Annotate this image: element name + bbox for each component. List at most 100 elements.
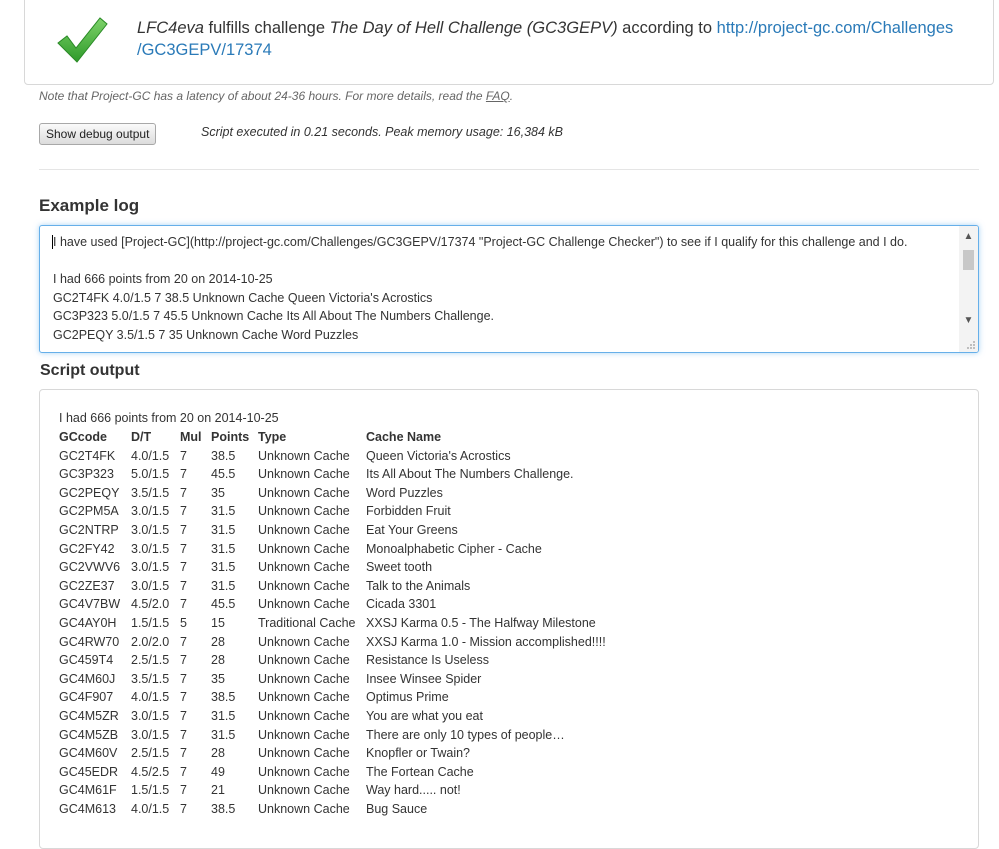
challenge-name: The Day of Hell Challenge (GC3GEPV) <box>329 19 618 37</box>
cell-cache-name: XXSJ Karma 0.5 - The Halfway Milestone <box>366 615 596 630</box>
show-debug-output-button[interactable]: Show debug output <box>39 123 157 145</box>
points-summary: I had 666 points from 20 on 2014-10-25 <box>59 411 279 425</box>
cell-mul: 7 <box>180 708 187 723</box>
cell-dt: 1.5/1.5 <box>131 783 170 798</box>
cell-dt: 3.0/1.5 <box>131 522 170 537</box>
cell-points: 35 <box>211 485 225 500</box>
cell-type: Unknown Cache <box>258 708 350 723</box>
cell-type: Traditional Cache <box>258 615 356 630</box>
cell-dt: 4.0/1.5 <box>131 690 170 705</box>
cell-gccode: GC4RW70 <box>59 634 120 649</box>
cell-mul: 7 <box>180 448 187 463</box>
cell-type: Unknown Cache <box>258 541 350 556</box>
cell-cache-name: Talk to the Animals <box>366 578 471 593</box>
header-mul: Mul <box>180 430 202 444</box>
cell-mul: 7 <box>180 634 187 649</box>
table-row: GC459T4 2.5/1.5 7 28 Unknown Cache Resistance… <box>57 651 608 670</box>
cell-points: 38.5 <box>211 801 236 816</box>
cell-type: Unknown Cache <box>258 448 350 463</box>
cell-cache-name: There are only 10 types of people… <box>366 727 565 742</box>
cell-gccode: GC3P323 <box>59 467 114 482</box>
cell-type: Unknown Cache <box>258 783 350 798</box>
cell-mul: 7 <box>180 746 187 761</box>
cell-dt: 3.0/1.5 <box>131 727 170 742</box>
cell-mul: 5 <box>180 615 187 630</box>
table-row: GC2T4FK 4.0/1.5 7 38.5 Unknown Cache Queen Vi… <box>57 447 608 466</box>
table-row: GC2VWV6 3.0/1.5 7 31.5 Unknown Cache Sweet to… <box>57 558 608 577</box>
cell-gccode: GC2ZE37 <box>59 578 115 593</box>
header-points: Points <box>211 430 250 444</box>
cell-points: 28 <box>211 746 225 761</box>
cell-type: Unknown Cache <box>258 597 350 612</box>
table-row: GC4M60V 2.5/1.5 7 28 Unknown Cache Knopfler o… <box>57 744 608 763</box>
cell-type: Unknown Cache <box>258 467 350 482</box>
table-row: GC4AY0H 1.5/1.5 5 15 Traditional Cache XXSJ K… <box>57 614 608 633</box>
cell-gccode: GC4M60V <box>59 746 118 761</box>
table-row: GC4M60J 3.5/1.5 7 35 Unknown Cache Insee Wins… <box>57 670 608 689</box>
cell-cache-name: Resistance Is Useless <box>366 653 489 668</box>
cell-points: 45.5 <box>211 597 236 612</box>
cell-gccode: GC2PM5A <box>59 504 119 519</box>
cell-mul: 7 <box>180 578 187 593</box>
cell-dt: 3.5/1.5 <box>131 671 170 686</box>
cell-mul: 7 <box>180 690 187 705</box>
cell-dt: 3.5/1.5 <box>131 485 170 500</box>
cell-mul: 7 <box>180 783 187 798</box>
table-row: GC4V7BW 4.5/2.0 7 45.5 Unknown Cache Cicada 3… <box>57 595 608 614</box>
cell-cache-name: Monoalphabetic Cipher - Cache <box>366 541 542 556</box>
cell-dt: 2.5/1.5 <box>131 746 170 761</box>
cell-mul: 7 <box>180 467 187 482</box>
cell-gccode: GC4M5ZR <box>59 708 119 723</box>
header-type: Type <box>258 430 287 444</box>
cell-cache-name: XXSJ Karma 1.0 - Mission accomplished!!!… <box>366 634 606 649</box>
result-panel: LFC4eva fulfills challenge The Day of He… <box>24 0 994 85</box>
cell-dt: 3.0/1.5 <box>131 560 170 575</box>
cell-type: Unknown Cache <box>258 653 350 668</box>
cell-cache-name: Its All About The Numbers Challenge. <box>366 467 574 482</box>
cell-cache-name: Queen Victoria's Acrostics <box>366 448 511 463</box>
cell-dt: 4.0/1.5 <box>131 801 170 816</box>
cell-type: Unknown Cache <box>258 727 350 742</box>
resize-handle-icon[interactable] <box>966 340 976 350</box>
cell-cache-name: Bug Sauce <box>366 801 428 816</box>
cell-points: 31.5 <box>211 578 236 593</box>
cell-points: 31.5 <box>211 541 236 556</box>
cell-type: Unknown Cache <box>258 690 350 705</box>
cell-dt: 3.0/1.5 <box>131 708 170 723</box>
cell-points: 28 <box>211 653 225 668</box>
table-row: GC4M5ZR 3.0/1.5 7 31.5 Unknown Cache You are … <box>57 707 608 726</box>
table-row: GC4M5ZB 3.0/1.5 7 31.5 Unknown Cache There ar… <box>57 726 608 745</box>
cell-points: 31.5 <box>211 560 236 575</box>
cell-dt: 3.0/1.5 <box>131 578 170 593</box>
example-log-heading: Example log <box>39 196 140 215</box>
cell-type: Unknown Cache <box>258 671 350 686</box>
script-output-heading: Script output <box>40 362 140 379</box>
cell-dt: 3.0/1.5 <box>131 541 170 556</box>
cell-cache-name: You are what you eat <box>366 708 483 723</box>
table-row: GC2PEQY 3.5/1.5 7 35 Unknown Cache Word Puzzl… <box>57 484 608 503</box>
faq-link[interactable]: FAQ <box>486 89 510 103</box>
cell-type: Unknown Cache <box>258 522 350 537</box>
cell-cache-name: Cicada 3301 <box>366 597 437 612</box>
cell-mul: 7 <box>180 522 187 537</box>
cell-gccode: GC2NTRP <box>59 522 119 537</box>
table-row: GC2NTRP 3.0/1.5 7 31.5 Unknown Cache Eat Your… <box>57 521 608 540</box>
cell-points: 38.5 <box>211 690 236 705</box>
log-line: I have used [Project-GC](http://project-… <box>53 235 908 249</box>
cell-mul: 7 <box>180 764 187 779</box>
cell-type: Unknown Cache <box>258 764 350 779</box>
cell-points: 31.5 <box>211 522 236 537</box>
scroll-up-icon[interactable]: ▲ <box>959 228 978 246</box>
scroll-down-icon[interactable]: ▼ <box>959 312 978 330</box>
textarea-scrollbar[interactable]: ▲ ▼ <box>959 226 978 352</box>
scroll-thumb[interactable] <box>963 250 974 270</box>
result-verb: fulfills challenge <box>208 19 326 37</box>
latency-note: Note that Project-GC has a latency of ab… <box>39 89 514 103</box>
cell-gccode: GC2PEQY <box>59 485 120 500</box>
table-row: GC4F907 4.0/1.5 7 38.5 Unknown Cache Optimus … <box>57 688 608 707</box>
cell-dt: 4.5/2.0 <box>131 597 170 612</box>
cell-type: Unknown Cache <box>258 634 350 649</box>
example-log-textarea[interactable]: I have used [Project-GC](http://project-… <box>39 225 979 353</box>
cache-table: GCcode D/T Mul Points Type Cache Name GC… <box>57 428 608 818</box>
